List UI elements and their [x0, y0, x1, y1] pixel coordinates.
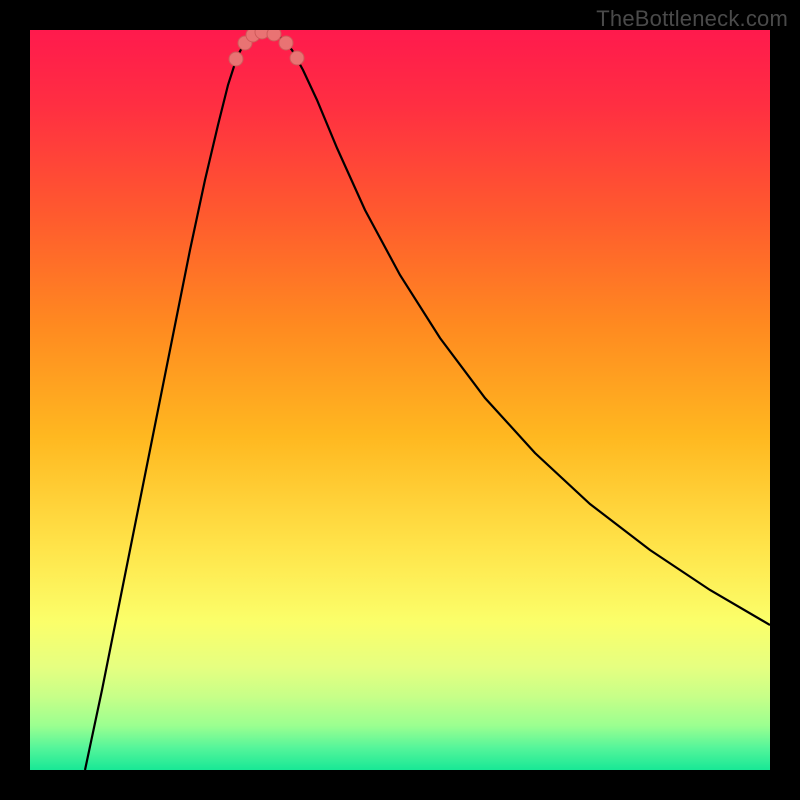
plot-area	[30, 30, 770, 770]
marker-dot	[267, 30, 281, 41]
marker-dot	[229, 52, 243, 66]
marker-dot	[290, 51, 304, 65]
marker-dot	[279, 36, 293, 50]
outer-frame: TheBottleneck.com	[0, 0, 800, 800]
watermark-text: TheBottleneck.com	[596, 6, 788, 32]
gradient-bg	[30, 30, 770, 770]
chart-svg	[30, 30, 770, 770]
